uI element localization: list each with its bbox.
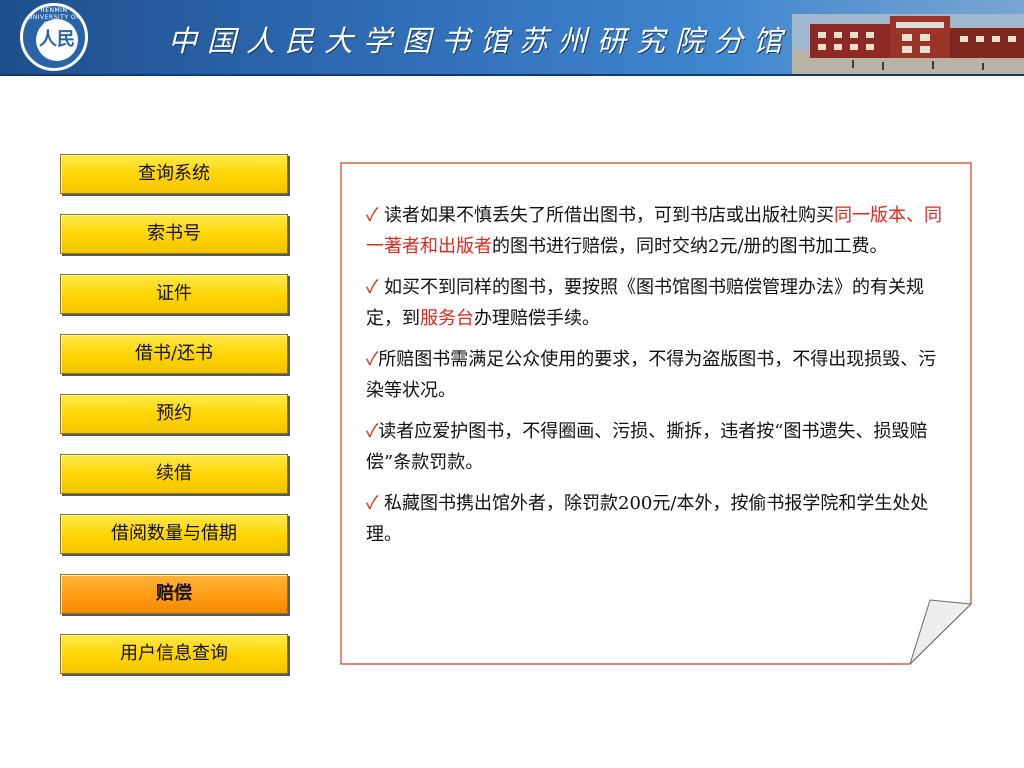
content-note: ✓ 读者如果不慎丢失了所借出图书，可到书店或出版社购买同一版本、同一著者和出版者… [340,162,972,665]
site-title: 中国人民大学图书馆苏州研究院分馆 [168,24,793,58]
menu-item-query-system[interactable]: 查询系统 [60,154,288,194]
checkmark-icon: ✓ [366,277,379,298]
compensation-rules: ✓ 读者如果不慎丢失了所借出图书，可到书店或出版社购买同一版本、同一著者和出版者… [366,200,948,560]
rule-4-text: 读者应爱护图书，不得圈画、污损、撕拆，违者按“图书遗失、损毁赔偿”条款罚款。 [366,421,928,473]
building-photo [792,14,1024,76]
rule-5: ✓ 私藏图书携出馆外者，除罚款200元/本外，按偷书报学院和学生处处理。 [366,488,948,550]
rule-1-text-b: 的图书进行赔偿，同时交纳2元/册的图书加工费。 [492,236,888,257]
logo-emblem-text: 人民 [39,29,75,50]
menu-item-compensation[interactable]: 赔偿 [60,574,288,614]
menu-item-borrow-return[interactable]: 借书/还书 [60,334,288,374]
rule-1-text-a: 读者如果不慎丢失了所借出图书，可到书店或出版社购买 [378,205,835,226]
rule-2: ✓ 如买不到同样的图书，要按照《图书馆图书赔偿管理办法》的有关规定，到服务台办理… [366,272,948,334]
rule-5-text: 私藏图书携出馆外者，除罚款200元/本外，按偷书报学院和学生处处理。 [366,493,929,545]
menu-item-renewal[interactable]: 续借 [60,454,288,494]
university-logo: RENMIN UNIVERSITY OF CHINA 人民 [20,3,88,71]
checkmark-icon: ✓ [366,205,379,226]
logo-emblem: 人民 [36,19,78,61]
checkmark-icon: ✓ [366,493,379,514]
menu-item-call-number[interactable]: 索书号 [60,214,288,254]
rule-3-text: 所赔图书需满足公众使用的要求，不得为盗版图书，不得出现损毁、污染等状况。 [366,349,937,401]
checkmark-icon: ✓ [366,349,379,370]
rule-3: ✓所赔图书需满足公众使用的要求，不得为盗版图书，不得出现损毁、污染等状况。 [366,344,948,406]
menu-item-reservation[interactable]: 预约 [60,394,288,434]
menu-item-id-card[interactable]: 证件 [60,274,288,314]
rule-4: ✓读者应爱护图书，不得圈画、污损、撕拆，违者按“图书遗失、损毁赔偿”条款罚款。 [366,416,948,478]
rule-2-highlight: 服务台 [420,308,474,329]
menu-item-user-info[interactable]: 用户信息查询 [60,634,288,674]
rule-1: ✓ 读者如果不慎丢失了所借出图书，可到书店或出版社购买同一版本、同一著者和出版者… [366,200,948,262]
header-divider [0,74,1024,76]
rule-2-text-b: 办理赔偿手续。 [474,308,600,329]
header-banner: RENMIN UNIVERSITY OF CHINA 人民 中国人民大学图书馆苏… [0,0,1024,76]
checkmark-icon: ✓ [366,421,379,442]
menu-item-loan-limits[interactable]: 借阅数量与借期 [60,514,288,554]
